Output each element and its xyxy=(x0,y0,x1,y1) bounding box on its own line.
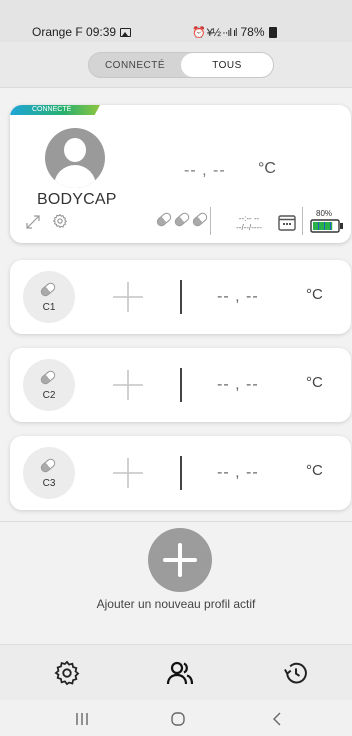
last-reading-date: --/--/---- xyxy=(236,223,262,232)
battery-icon xyxy=(268,26,277,38)
capsule-temperature-unit: °C xyxy=(306,374,323,391)
capsule-avatar[interactable]: C3 xyxy=(23,447,75,499)
divider xyxy=(180,456,182,490)
status-indicators-icon: ⏰ ¥½ ··ıl ıl xyxy=(192,26,237,39)
capsule-temperature: -- , -- xyxy=(217,288,259,305)
divider xyxy=(180,368,182,402)
filter-all-button[interactable]: TOUS xyxy=(181,53,273,77)
divider xyxy=(302,207,303,235)
settings-icon[interactable] xyxy=(53,659,81,687)
capsule-temperature-unit: °C xyxy=(306,286,323,303)
capsule-avatar[interactable]: C2 xyxy=(23,359,75,411)
main-temperature: -- , -- xyxy=(184,162,226,179)
battery-percent: 78% xyxy=(240,25,265,39)
system-nav-bar xyxy=(0,700,352,736)
status-left: Orange F 09:39 xyxy=(32,25,132,39)
main-profile-card[interactable]: CONNECTÉ BODYCAP -- , -- °C --:-- -- --/… xyxy=(10,105,351,243)
pill-icon xyxy=(172,210,192,229)
profile-name: BODYCAP xyxy=(37,191,117,208)
capsule-label: C3 xyxy=(42,478,56,489)
pill-icon xyxy=(190,210,210,229)
section-divider xyxy=(0,521,352,522)
plus-icon[interactable] xyxy=(112,369,144,401)
capsule-avatar[interactable]: C1 xyxy=(23,271,75,323)
main-temperature-unit: °C xyxy=(258,160,276,177)
filter-bar: CONNECTÉ TOUS xyxy=(0,42,352,88)
pill-icon xyxy=(38,280,58,299)
status-right: ⏰ ¥½ ··ıl ıl 78% xyxy=(192,25,277,39)
divider xyxy=(180,280,182,314)
last-reading-time: --:-- -- xyxy=(238,214,260,223)
home-icon[interactable] xyxy=(168,710,188,728)
last-reading-datetime: --:-- -- --/--/---- xyxy=(222,214,276,232)
plus-icon[interactable] xyxy=(112,281,144,313)
capsule-temperature: -- , -- xyxy=(217,376,259,393)
capsule-indicators xyxy=(154,210,210,229)
capsule-card[interactable]: C2 -- , -- °C xyxy=(10,348,351,422)
back-icon[interactable] xyxy=(268,710,288,728)
add-profile-label: Ajouter un nouveau profil actif xyxy=(96,597,256,611)
capsule-temperature: -- , -- xyxy=(217,464,259,481)
add-profile-button[interactable] xyxy=(148,528,212,592)
capsule-label: C2 xyxy=(42,390,56,401)
bottom-nav xyxy=(0,644,352,700)
filter-toggle: CONNECTÉ TOUS xyxy=(88,52,274,78)
pill-icon xyxy=(38,456,58,475)
pill-icon xyxy=(38,368,58,387)
capsule-temperature-unit: °C xyxy=(306,462,323,479)
capsule-battery-icon xyxy=(310,219,343,233)
avatar[interactable] xyxy=(45,128,105,188)
recent-apps-icon[interactable] xyxy=(72,710,92,728)
gear-icon[interactable] xyxy=(52,213,68,229)
connected-badge: CONNECTÉ xyxy=(10,105,100,115)
battery-level-label: 80% xyxy=(316,209,333,218)
capsule-card[interactable]: C1 -- , -- °C xyxy=(10,260,351,334)
users-icon[interactable] xyxy=(166,659,194,687)
carrier-time: Orange F 09:39 xyxy=(32,25,117,39)
filter-connected-button[interactable]: CONNECTÉ xyxy=(89,53,181,77)
gallery-notification-icon xyxy=(120,27,132,37)
calendar-icon[interactable] xyxy=(278,214,296,231)
capsule-label: C1 xyxy=(42,302,56,313)
plus-icon[interactable] xyxy=(112,457,144,489)
pill-icon xyxy=(154,210,174,229)
capsule-card[interactable]: C3 -- , -- °C xyxy=(10,436,351,510)
divider xyxy=(210,207,211,235)
history-icon[interactable] xyxy=(282,659,310,687)
expand-icon[interactable] xyxy=(25,214,41,230)
status-bar: Orange F 09:39 ⏰ ¥½ ··ıl ıl 78% xyxy=(0,0,352,42)
